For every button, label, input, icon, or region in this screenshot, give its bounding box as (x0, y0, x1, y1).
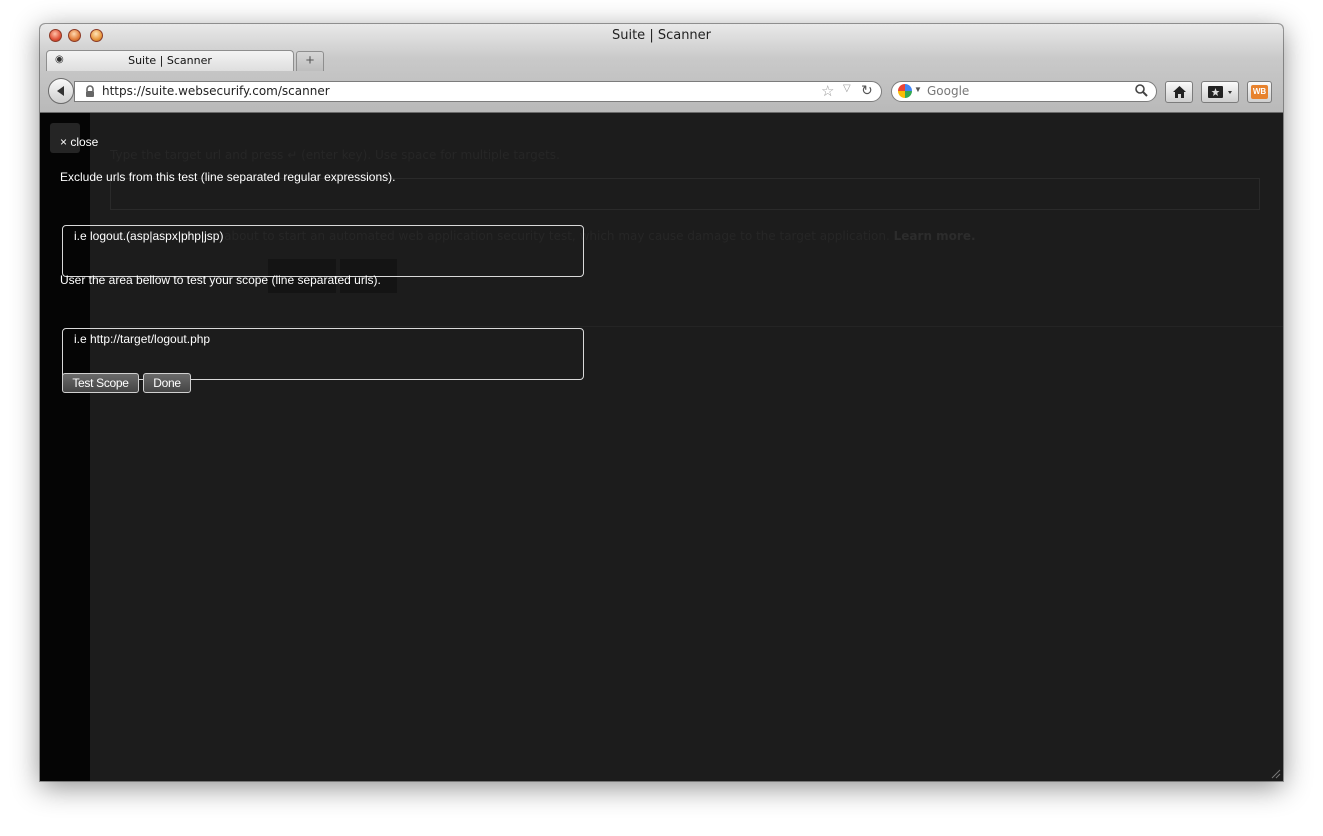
background-page: Type the target url and press ↵ (enter k… (40, 113, 1283, 781)
reload-icon[interactable]: ↻ (861, 82, 873, 99)
exclude-placeholder: i.e logout.(asp|aspx|php|jsp) (74, 229, 224, 243)
star-icon[interactable]: ☆ (821, 82, 834, 100)
scope-textarea[interactable]: i.e http://target/logout.php (62, 328, 584, 380)
done-button[interactable]: Done (143, 373, 191, 393)
search-placeholder: Google (927, 84, 970, 98)
url-text[interactable]: https://suite.websecurify.com/scanner (102, 84, 330, 98)
left-strip (40, 113, 90, 781)
background-learn-more: Learn more. (893, 229, 976, 243)
scope-label: User the area bellow to test your scope … (60, 273, 381, 287)
exclude-textarea[interactable]: i.e logout.(asp|aspx|php|jsp) (62, 225, 584, 277)
scope-placeholder: i.e http://target/logout.php (74, 332, 211, 346)
tab-label: Suite | Scanner (128, 54, 212, 67)
history-dropdown-icon[interactable]: ▽ (843, 83, 851, 94)
websecurify-addon-button[interactable]: WB (1247, 81, 1272, 103)
home-button[interactable] (1165, 81, 1193, 103)
new-tab-button[interactable]: + (296, 51, 324, 71)
back-button[interactable] (48, 78, 74, 104)
browser-window: Suite | Scanner ◉ Suite | Scanner + http… (40, 24, 1283, 781)
bookmarks-button[interactable] (1201, 81, 1239, 103)
close-button[interactable]: × close (60, 135, 98, 149)
search-engine-dropdown-icon[interactable]: ▼ (914, 85, 922, 94)
exclude-label: Exclude urls from this test (line separa… (60, 170, 396, 184)
test-scope-button[interactable]: Test Scope (62, 373, 139, 393)
bookmarks-icon (1208, 86, 1232, 98)
background-divider (110, 326, 1283, 327)
background-hint: Type the target url and press ↵ (enter k… (110, 148, 560, 162)
search-input[interactable]: ▼ Google (891, 81, 1157, 102)
websecurify-addon-icon: WB (1251, 85, 1268, 99)
resize-grip-icon[interactable] (1271, 769, 1281, 779)
google-icon[interactable] (898, 84, 912, 98)
search-icon[interactable] (1135, 84, 1148, 98)
home-icon (1173, 86, 1186, 98)
lock-icon (86, 85, 94, 97)
back-arrow-icon (57, 86, 64, 96)
window-title: Suite | Scanner (611, 28, 712, 43)
titlebar: Suite | Scanner ◉ Suite | Scanner + http… (40, 24, 1283, 113)
tab-suite-scanner[interactable]: ◉ Suite | Scanner (46, 50, 294, 71)
page-content: Type the target url and press ↵ (enter k… (40, 113, 1283, 781)
url-bar[interactable]: https://suite.websecurify.com/scanner ☆ … (74, 81, 882, 102)
